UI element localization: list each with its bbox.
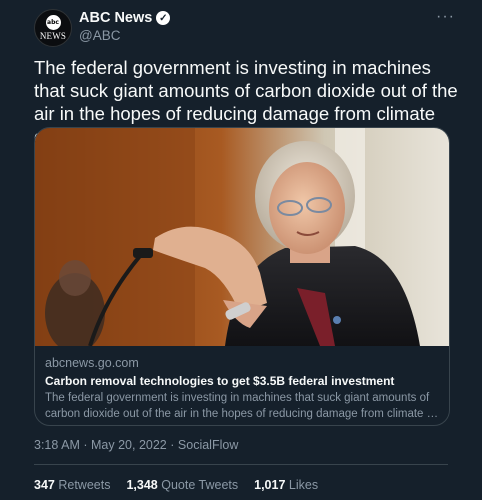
tweet-time[interactable]: 3:18 AM	[34, 438, 80, 452]
author-name[interactable]: ABC News	[79, 10, 152, 26]
card-body: abcnews.go.com Carbon removal technologi…	[35, 346, 449, 425]
retweets-label: Retweets	[58, 478, 111, 492]
quote-tweets-stat[interactable]: 1,348 Quote Tweets	[126, 478, 238, 492]
tweet-meta: 3:18 AM · May 20, 2022 · SocialFlow	[34, 438, 238, 452]
link-card[interactable]: abcnews.go.com Carbon removal technologi…	[34, 127, 450, 426]
abc-logo-word: NEWS	[39, 31, 67, 41]
author-handle[interactable]: @ABC	[79, 28, 120, 43]
card-domain: abcnews.go.com	[45, 356, 139, 370]
tweet: abc NEWS ABC News ✓ @ABC ··· The federal…	[0, 0, 482, 500]
meta-separator: ·	[170, 438, 175, 452]
tweet-date[interactable]: May 20, 2022	[91, 438, 167, 452]
likes-label: Likes	[288, 478, 319, 492]
verified-badge-icon: ✓	[156, 11, 171, 25]
author-name-row[interactable]: ABC News ✓	[79, 10, 171, 26]
abc-logo-mark: abc	[45, 15, 61, 30]
more-options-icon[interactable]: ···	[436, 8, 455, 26]
likes-count: 1,017	[254, 478, 286, 492]
divider	[34, 464, 448, 465]
retweets-stat[interactable]: 347 Retweets	[34, 478, 110, 492]
card-title: Carbon removal technologies to get $3.5B…	[45, 374, 395, 388]
likes-stat[interactable]: 1,017 Likes	[254, 478, 318, 492]
tweet-stats: 347 Retweets 1,348 Quote Tweets 1,017 Li…	[34, 478, 318, 492]
card-image	[35, 128, 449, 346]
card-description: The federal government is investing in m…	[45, 392, 439, 420]
avatar[interactable]: abc NEWS	[34, 9, 72, 47]
tweet-source[interactable]: SocialFlow	[178, 438, 238, 452]
quote-tweets-label: Quote Tweets	[161, 478, 239, 492]
meta-separator: ·	[83, 438, 88, 452]
retweets-count: 347	[34, 478, 55, 492]
quote-tweets-count: 1,348	[126, 478, 158, 492]
